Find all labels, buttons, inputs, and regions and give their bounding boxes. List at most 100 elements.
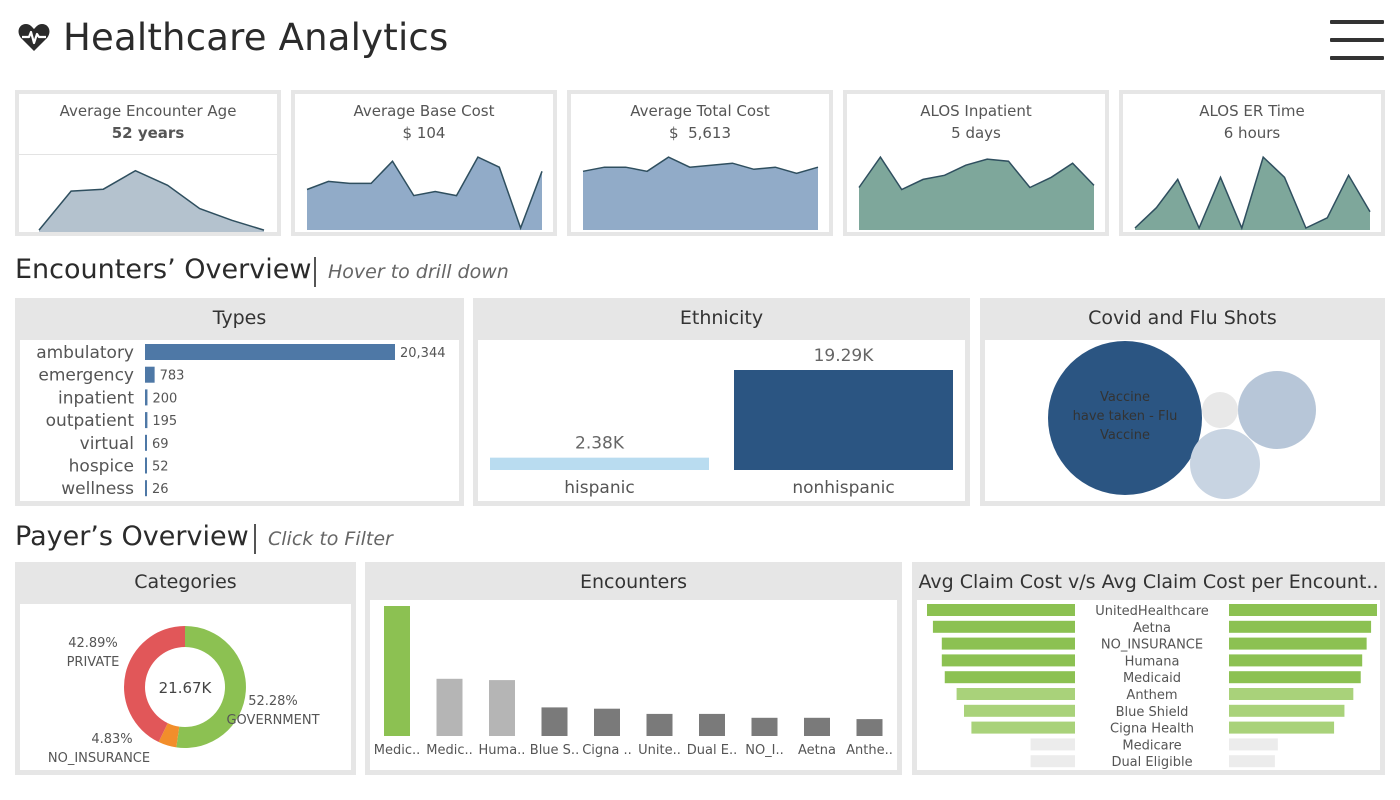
type-bar xyxy=(145,434,147,451)
claims-butterfly-chart[interactable]: UnitedHealthcare Aetna NO_INSURANCEHumana M… xyxy=(917,600,1380,770)
payer-encounters-bar-chart[interactable]: Medic.. Medic.. Huma.. Blue S.. Cigna .. Unit… xyxy=(370,600,897,770)
kpi-card-total-cost: Average Total Cost $ 5,613 xyxy=(567,90,833,236)
kpi-sparkline xyxy=(582,156,819,230)
section-separator xyxy=(314,257,316,287)
claim-cost-bar xyxy=(941,654,1075,667)
panel-title: Ethnicity xyxy=(679,307,764,329)
claim-cost-per-encounter-bar xyxy=(1229,688,1354,700)
types-bar-chart[interactable]: ambulatory 20,344 emergency 783 inpatient 200… xyxy=(20,340,459,501)
claim-cost-per-encounter-bar xyxy=(1229,721,1335,734)
type-label: inpatient xyxy=(58,388,134,408)
covid-panel: Covid and Flu Shots Vaccine have taken -… xyxy=(980,298,1385,506)
claim-cost-per-encounter-bar xyxy=(1229,654,1363,667)
ethnicity-bar-chart[interactable]: 2.38K hispanic 19.29K nonhispanic xyxy=(478,340,965,501)
categories-panel: Categories 21.67K 52.28% GOVERNMENT 4.83% NO… xyxy=(15,562,356,775)
panel-title: Types xyxy=(212,307,267,329)
type-bar xyxy=(145,412,148,429)
ethnicity-value-label: 2.38K xyxy=(575,434,625,454)
claim-payer-label: Aetna xyxy=(1133,621,1171,636)
claim-payer-label: UnitedHealthcare xyxy=(1095,604,1209,619)
panel-title: Categories xyxy=(134,571,237,593)
donut-category-label: PRIVATE xyxy=(67,655,120,670)
claim-cost-per-encounter-bar xyxy=(1229,671,1361,684)
donut-pct-label: 52.28% xyxy=(248,694,298,709)
claim-cost-bar xyxy=(956,688,1075,700)
type-value-label: 69 xyxy=(152,437,169,452)
bubble-label: Vaccine xyxy=(1100,390,1150,405)
payer-bar xyxy=(541,707,568,736)
type-label: virtual xyxy=(80,434,134,454)
type-bar xyxy=(145,344,395,360)
payer-bar xyxy=(594,708,620,736)
bubble-label: Vaccine xyxy=(1100,428,1150,443)
hamburger-menu-icon[interactable] xyxy=(1330,18,1384,62)
bubble-medium-top[interactable] xyxy=(1238,371,1316,449)
payer-category-label: Dual E.. xyxy=(687,743,737,758)
bubble-medium-bottom[interactable] xyxy=(1190,429,1260,499)
claim-payer-label: Cigna Health xyxy=(1110,722,1194,737)
payer-bar xyxy=(804,717,830,736)
claim-cost-bar xyxy=(1030,738,1075,751)
kpi-sparkline xyxy=(38,169,265,232)
claim-payer-label: NO_INSURANCE xyxy=(1101,638,1203,653)
kpi-card-encounter-age: Average Encounter Age 52 years xyxy=(15,90,281,236)
claim-cost-bar xyxy=(964,704,1075,717)
type-label: outpatient xyxy=(46,411,135,431)
categories-donut-chart[interactable]: 21.67K 52.28% GOVERNMENT 4.83% NO_INSURANCE 4… xyxy=(20,604,351,770)
payer-bar xyxy=(751,717,778,736)
payer-category-label: Anthe.. xyxy=(846,743,893,758)
section-hint: Hover to drill down xyxy=(328,261,509,283)
payer-category-label: Unite.. xyxy=(638,743,681,758)
payer-bar xyxy=(384,606,410,736)
ethnicity-panel: Ethnicity 2.38K hispanic 19.29K nonhispanic xyxy=(473,298,970,506)
section-title-encounters: Encounters’ Overview xyxy=(15,254,312,285)
donut-category-label: GOVERNMENT xyxy=(226,713,319,728)
payer-bar xyxy=(856,719,883,736)
type-label: ambulatory xyxy=(36,343,134,363)
kpi-sparkline xyxy=(858,155,1095,230)
panel-title: Avg Claim Cost v/s Avg Claim Cost per En… xyxy=(918,571,1379,593)
heart-icon xyxy=(18,24,50,51)
claim-cost-bar xyxy=(944,671,1075,684)
payer-category-label: Aetna xyxy=(798,743,836,758)
ethnicity-category-label: nonhispanic xyxy=(792,478,894,498)
ethnicity-category-label: hispanic xyxy=(564,478,634,498)
kpi-card-alos-inpatient: ALOS Inpatient 5 days xyxy=(843,90,1109,236)
payer-category-label: NO_I.. xyxy=(745,743,784,758)
claim-payer-label: Medicaid xyxy=(1123,671,1181,686)
ethnicity-bar xyxy=(490,457,709,470)
payer-category-label: Huma.. xyxy=(479,743,526,758)
type-bar xyxy=(145,457,147,474)
claim-cost-per-encounter-bar xyxy=(1229,604,1377,616)
types-panel: Types ambulatory 20,344 emergency 783 inpati… xyxy=(15,298,464,506)
type-label: wellness xyxy=(61,479,134,499)
kpi-card-base-cost: Average Base Cost $ 104 xyxy=(291,90,557,236)
claim-payer-label: Blue Shield xyxy=(1116,705,1189,720)
spark-area xyxy=(859,157,1094,230)
kpi-card-alos-er: ALOS ER Time 6 hours xyxy=(1119,90,1385,236)
bubble-label: have taken - Flu xyxy=(1073,409,1178,424)
payer-bar xyxy=(646,713,673,736)
donut-category-label: NO_INSURANCE xyxy=(48,751,150,766)
type-label: emergency xyxy=(38,366,134,386)
type-label: hospice xyxy=(69,457,134,477)
spark-area xyxy=(39,170,264,232)
claim-cost-per-encounter-bar xyxy=(1229,637,1367,650)
ethnicity-value-label: 19.29K xyxy=(814,346,875,366)
covid-bubble-chart[interactable]: Vaccine have taken - Flu Vaccine xyxy=(985,340,1380,501)
claim-cost-bar xyxy=(1030,755,1075,768)
bubble-small[interactable] xyxy=(1202,392,1238,428)
claim-cost-per-encounter-bar xyxy=(1229,738,1278,751)
type-value-label: 200 xyxy=(152,391,177,406)
payer-bar xyxy=(489,680,515,736)
payer-bar xyxy=(699,713,725,736)
payer-category-label: Cigna .. xyxy=(582,743,632,758)
kpi-sparkline xyxy=(1134,155,1371,231)
claim-cost-bar xyxy=(971,721,1075,734)
payer-category-label: Medic.. xyxy=(374,743,421,758)
claim-payer-label: Dual Eligible xyxy=(1111,755,1192,770)
claim-payer-label: Anthem xyxy=(1126,688,1177,703)
type-value-label: 52 xyxy=(152,460,169,475)
type-bar xyxy=(145,480,147,497)
claim-payer-label: Humana xyxy=(1125,654,1180,669)
